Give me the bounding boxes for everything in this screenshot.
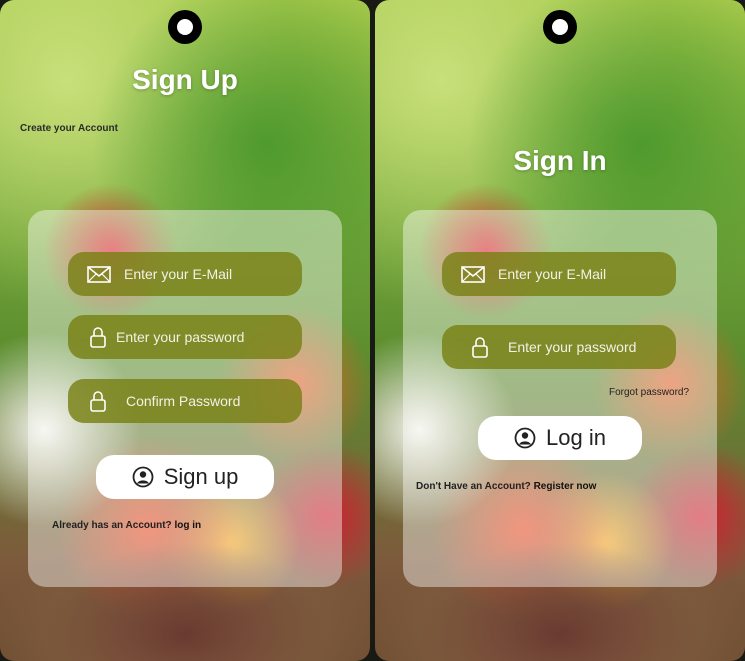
lock-icon (468, 336, 492, 358)
login-button[interactable]: Log in (478, 416, 642, 460)
signin-password-field[interactable]: Enter your password (442, 325, 676, 369)
envelope-icon (84, 265, 114, 283)
signin-footer: Don't Have an Account? Register now (416, 481, 596, 492)
camera-icon (543, 10, 577, 44)
forgot-password-link[interactable]: Forgot password? (609, 387, 689, 398)
signin-email-placeholder: Enter your E-Mail (498, 266, 607, 282)
signup-confirm-placeholder: Confirm Password (126, 393, 241, 409)
signin-footer-text: Don't Have an Account? (416, 481, 534, 492)
signup-button-label: Sign up (163, 464, 239, 489)
signin-email-field[interactable]: Enter your E-Mail (442, 252, 676, 296)
lock-icon (86, 326, 110, 348)
user-circle-icon (514, 427, 536, 449)
login-link[interactable]: log in (174, 520, 201, 531)
signup-confirm-field[interactable]: Confirm Password (68, 379, 302, 423)
signin-title: Sign In (513, 145, 607, 176)
register-link[interactable]: Register now (534, 481, 597, 492)
login-button-label: Log in (546, 425, 606, 450)
signup-email-field[interactable]: Enter your E-Mail (68, 252, 302, 296)
lock-icon (86, 390, 110, 412)
signup-footer-text: Already has an Account? (52, 520, 175, 531)
signup-title: Sign Up (132, 64, 238, 95)
signup-subtitle: Create your Account (20, 123, 118, 134)
envelope-icon (458, 265, 488, 283)
signup-password-placeholder: Enter your password (116, 329, 245, 345)
signin-password-placeholder: Enter your password (508, 339, 637, 355)
signup-password-field[interactable]: Enter your password (68, 315, 302, 359)
signup-footer: Already has an Account? log in (52, 520, 201, 531)
signup-button[interactable]: Sign up (96, 455, 274, 499)
user-circle-icon (132, 466, 154, 488)
signup-email-placeholder: Enter your E-Mail (124, 266, 233, 282)
camera-icon (168, 10, 202, 44)
